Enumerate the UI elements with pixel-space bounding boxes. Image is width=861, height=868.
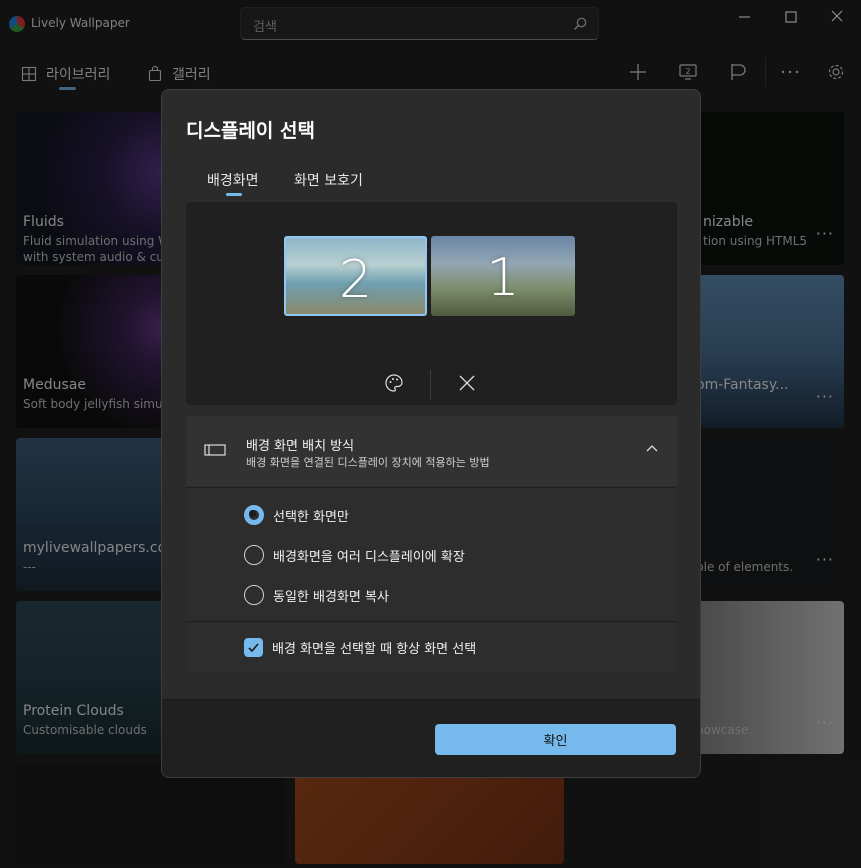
chevron-up-icon[interactable] [645,442,659,456]
checkbox-label: 배경 화면을 선택할 때 항상 화면 선택 [272,642,477,657]
radio-label: 배경화면을 여러 디스플레이에 확장 [273,549,465,565]
checkbox[interactable] [244,638,263,657]
ok-button[interactable]: 확인 [435,724,676,755]
monitor-2[interactable]: 2 [284,236,427,316]
radio-span-displays[interactable]: 배경화면을 여러 디스플레이에 확장 [244,545,465,565]
tab-wallpaper[interactable]: 배경화면 [207,170,259,190]
radio-label: 선택한 화면만 [273,509,349,525]
radio-button[interactable] [244,585,264,605]
display-icon [204,444,226,456]
close-icon[interactable] [456,372,478,394]
radio-selected-screen-only[interactable]: 선택한 화면만 [244,505,349,525]
tab-screensaver[interactable]: 화면 보호기 [294,170,363,190]
palette-icon[interactable] [383,372,405,394]
options-separator [186,621,677,622]
always-select-checkbox-row[interactable]: 배경 화면을 선택할 때 항상 화면 선택 [244,638,476,657]
placement-subtitle: 배경 화면을 연결된 디스플레이 장치에 적용하는 방법 [246,456,490,469]
placement-expander-header[interactable]: 배경 화면 배치 방식 배경 화면을 연결된 디스플레이 장치에 적용하는 방법 [186,416,677,486]
tab-active-indicator [226,193,242,196]
monitor-1[interactable]: 1 [431,236,575,316]
radio-duplicate[interactable]: 동일한 배경화면 복사 [244,585,389,605]
dialog-footer: 확인 [162,699,700,777]
placement-title: 배경 화면 배치 방식 [246,439,355,454]
dialog-title: 디스플레이 선택 [186,120,315,142]
checkmark-icon [248,643,259,653]
radio-button[interactable] [244,505,264,525]
monitor-number: 1 [486,248,520,308]
display-select-dialog: 디스플레이 선택 배경화면 화면 보호기 2 1 배경 화면 배치 방식 배경 … [161,89,701,778]
placement-options: 선택한 화면만 배경화면을 여러 디스플레이에 확장 동일한 배경화면 복사 배… [186,487,677,672]
panel-separator [430,370,431,400]
monitor-number: 2 [338,250,373,310]
radio-label: 동일한 배경화면 복사 [273,589,389,605]
radio-button[interactable] [244,545,264,565]
monitor-layout-panel: 2 1 [186,202,677,405]
